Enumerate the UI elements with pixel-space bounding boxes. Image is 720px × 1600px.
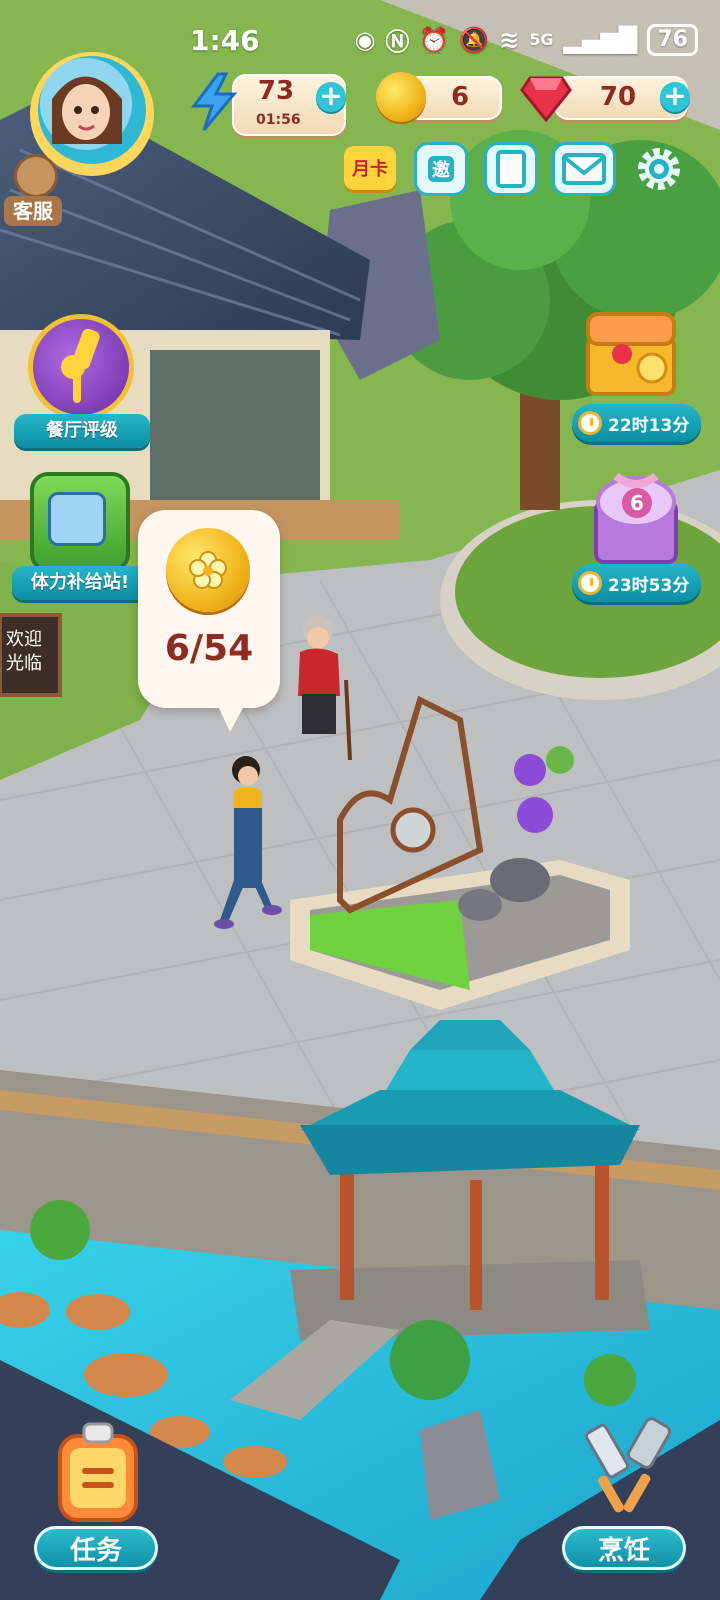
cooking-button[interactable]: 烹饪 [554,1416,694,1580]
invite-label: 邀 [428,156,454,182]
girl-character[interactable] [208,750,288,950]
network-label: 5G [529,30,554,49]
gem-resource[interactable]: 70 + [520,72,692,128]
monthly-card-label: 月卡 [352,159,388,180]
coin-value: 6 [450,82,470,112]
status-time: 1:46 [190,24,260,57]
grandma-character[interactable] [288,610,358,761]
cooking-label: 烹饪 [562,1526,686,1570]
welcome-sign: 欢迎光临 [0,622,56,690]
restaurant-rating-label: 餐厅评级 [14,414,150,448]
nfc-icon: Ⓝ [385,28,410,56]
gift-timer-pill: 23时53分 [572,564,702,602]
tasks-label: 任务 [34,1526,158,1570]
invite-button[interactable]: 邀 [414,142,468,196]
gem-icon [520,72,572,123]
gift-timer: 23时53分 [608,575,690,596]
welcome-sign-text: 欢迎光临 [6,629,42,674]
energy-add-button[interactable]: + [316,82,346,112]
headset-icon [14,154,58,198]
lightning-icon [188,72,240,132]
coin-resource[interactable]: 6 [376,72,506,128]
gem-add-button[interactable]: + [660,82,690,112]
gift-badge: 6 [622,488,652,518]
mail-button[interactable] [552,142,616,196]
book-icon [496,150,526,188]
restaurant-rating-button[interactable]: 餐厅评级 [14,310,150,450]
customer-service-label: 客服 [4,196,62,226]
fuel-station-icon [30,472,130,572]
energy-value: 73 [257,76,295,106]
knife-spatula-icon [576,1416,676,1526]
gift-box-button[interactable]: 6 23时53分 [572,458,702,608]
clock-icon [578,571,602,595]
clock-icon [578,411,602,435]
status-icons: ◉ Ⓝ ⏰ 🔕 ≋ 5G ▂▄▆█ 76 [354,22,698,57]
wifi-icon: ≋ [499,25,520,54]
energy-station-button[interactable]: 体力补给站! [12,462,148,612]
spatula-spoon-icon [28,314,134,420]
gem-value: 70 [599,82,637,112]
treasure-chest-icon [582,308,682,400]
gear-icon [638,148,680,190]
customer-service-button[interactable]: 客服 [4,154,62,232]
coin-collect-bubble[interactable]: 6/54 [138,510,280,732]
alarm-icon: ⏰ [419,25,450,54]
monthly-card-button[interactable]: 月卡 [344,146,396,190]
world-background [0,0,720,1600]
battery-indicator: 76 [647,23,698,56]
settings-button[interactable] [632,142,686,196]
tasks-button[interactable]: 任务 [26,1416,166,1580]
coin-progress-text: 6/54 [164,628,254,669]
mail-icon [562,153,606,185]
energy-station-label: 体力补给站! [12,566,148,600]
eye-icon: ◉ [354,25,376,54]
treasure-chest-button[interactable]: 22时13分 [572,304,702,444]
treasure-timer: 22时13分 [608,415,690,436]
signal-icon: ▂▄▆█ [563,25,638,54]
coin-icon [166,528,250,612]
clipboard-icon [50,1420,146,1524]
coin-icon [376,72,426,122]
book-button[interactable] [484,142,538,196]
energy-resource[interactable]: 73 01:56 + [188,72,358,142]
energy-timer: 01:56 [256,112,301,128]
game-scene [0,0,720,1600]
treasure-timer-pill: 22时13分 [572,404,702,442]
mute-icon: 🔕 [459,25,490,54]
